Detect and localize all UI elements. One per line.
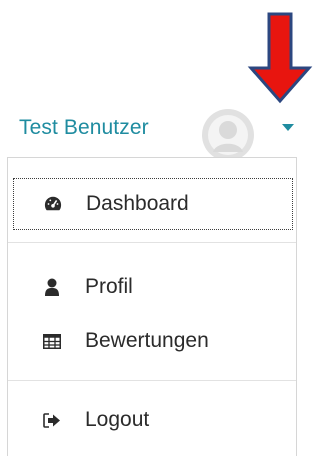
red-down-arrow-icon (247, 12, 313, 104)
avatar-icon[interactable] (201, 108, 255, 162)
menu-item-label: Profil (85, 275, 133, 298)
menu-item-logout[interactable]: Logout (13, 394, 293, 446)
menu-item-label: Logout (85, 408, 150, 431)
sign-out-icon (43, 411, 61, 429)
user-name[interactable]: Test Benutzer (19, 116, 149, 140)
menu-item-label: Bewertungen (85, 329, 209, 352)
menu-item-label: Dashboard (86, 192, 189, 215)
table-icon (43, 332, 61, 350)
caret-down-icon[interactable] (282, 124, 294, 131)
menu-item-profil[interactable]: Profil (13, 261, 293, 313)
user-menu-toggle[interactable]: Test Benutzer (0, 104, 313, 161)
divider (8, 242, 296, 243)
menu-item-bewertungen[interactable]: Bewertungen (13, 315, 293, 367)
divider (8, 380, 296, 381)
user-dropdown-menu: Dashboard Profil Bewertungen Logout (7, 157, 297, 456)
menu-item-dashboard[interactable]: Dashboard (13, 178, 293, 230)
user-icon (43, 278, 61, 296)
dashboard-icon (44, 195, 62, 213)
